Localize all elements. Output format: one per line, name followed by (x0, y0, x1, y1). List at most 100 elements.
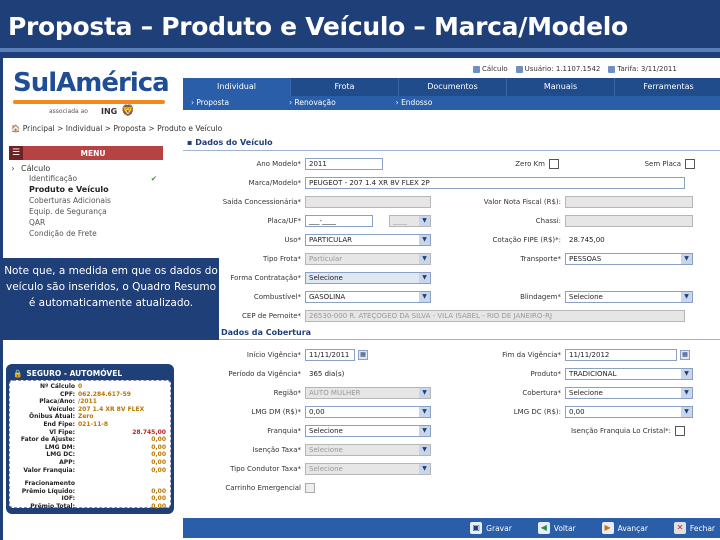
regiao-label: Região* (273, 389, 301, 397)
placa-input[interactable]: ___-____ (305, 215, 373, 227)
sem-placa-checkbox[interactable] (685, 159, 695, 169)
subnav-proposta-label: Proposta (196, 98, 230, 107)
isencao-taxa-select[interactable]: Selecione ▼ (305, 444, 431, 456)
inicio-vigencia-label: Início Vigência* (246, 351, 301, 359)
chassi-input[interactable] (565, 215, 693, 227)
inicio-vigencia-input[interactable]: 11/11/2011 (305, 349, 355, 361)
fim-vigencia-label: Fim da Vigência* (502, 351, 561, 359)
subnav-endosso[interactable]: › Endosso (396, 96, 433, 110)
menu-title: MENU (80, 148, 106, 158)
produto-select[interactable]: TRADICIONAL ▼ (565, 368, 693, 380)
menu-header[interactable]: ☰ MENU (9, 146, 163, 160)
cobertura-select[interactable]: Selecione ▼ (565, 387, 693, 399)
row-lmg-dc: LMG DC (R$): 0,00 ▼ (463, 405, 693, 419)
franquia-select[interactable]: Selecione ▼ (305, 425, 431, 437)
summary-row-value: 28.745,00 (132, 428, 166, 436)
summary-row-value: Zero (78, 413, 94, 421)
menu-item-qar[interactable]: QAR (9, 217, 163, 228)
floppy-disk-icon: ▣ (470, 522, 483, 534)
lmg-dm-select[interactable]: 0,00 ▼ (305, 406, 431, 418)
tab-frota[interactable]: Frota (291, 78, 399, 96)
row-periodo-vigencia: Período da Vigência* 365 dia(s) (199, 367, 355, 381)
summary-row: CPF: 062.284.617-59 (14, 391, 166, 399)
blindagem-value: Selecione (569, 293, 603, 301)
isencao-taxa-label: Isenção Taxa* (252, 446, 301, 454)
calendar-icon[interactable]: ▦ (680, 350, 690, 360)
transporte-select[interactable]: PESSOAS ▼ (565, 253, 693, 265)
brand-associated: associada ao (49, 108, 88, 115)
tipo-frota-select[interactable]: Particular ▼ (305, 253, 431, 265)
row-lmg-dm: LMG DM (R$)* 0,00 ▼ (219, 405, 431, 419)
carrinho-checkbox[interactable] (305, 483, 315, 493)
summary-row-value: 062.284.617-59 (78, 390, 131, 398)
menu-item-produto-veiculo[interactable]: Produto e Veículo (9, 184, 163, 195)
vehicle-section-title: ▪ Dados do Veículo (183, 138, 720, 151)
regiao-select[interactable]: AUTO MULHER ▼ (305, 387, 431, 399)
summary-row: Prêmio Total: 0,00 (14, 503, 166, 511)
valor-nf-label: Valor Nota Fiscal (R$): (483, 198, 561, 206)
zero-km-checkbox[interactable] (549, 159, 559, 169)
chevron-down-icon: ▼ (419, 407, 430, 417)
lock-icon: 🔒 (13, 369, 23, 378)
menu-item-condicao-frete[interactable]: Condição de Frete (9, 228, 163, 239)
summary-row-label: Nº Cálculo (39, 383, 75, 390)
calculator-icon (473, 65, 480, 73)
chevron-down-icon: ▼ (419, 235, 430, 245)
forma-contratacao-value: Selecione (309, 274, 343, 282)
marca-modelo-input[interactable]: PEUGEOT - 207 1.4 XR 8V FLEX 2P (305, 177, 685, 189)
calc-status[interactable]: Cálculo (473, 65, 508, 73)
tab-ferramentas[interactable]: Ferramentas (615, 78, 720, 96)
menu-section-calculo[interactable]: › Cálculo (9, 164, 163, 173)
summary-row-value: /2011 (78, 398, 97, 406)
sub-navigation: › Proposta › Renovação › Endosso (183, 96, 720, 110)
menu-item-equip-seguranca[interactable]: Equip. de Segurança (9, 206, 163, 217)
tipo-condutor-select[interactable]: Selecione ▼ (305, 463, 431, 475)
tab-individual[interactable]: Individual (183, 78, 291, 96)
menu-item-label: Coberturas Adicionais (29, 196, 111, 205)
chevron-icon: › (11, 164, 15, 173)
transporte-value: PESSOAS (569, 255, 602, 263)
uf-select[interactable]: ____ ▼ (389, 215, 431, 227)
ano-modelo-input[interactable]: 2011 (305, 158, 383, 170)
close-button[interactable]: ✕ Fechar (673, 522, 715, 534)
save-button[interactable]: ▣ Gravar (470, 522, 512, 534)
saida-conc-input[interactable] (305, 196, 431, 208)
combustivel-select[interactable]: GASOLINA ▼ (305, 291, 431, 303)
summary-row: Ônibus Atual: Zero (14, 413, 166, 421)
tipo-condutor-label: Tipo Condutor Taxa* (230, 465, 301, 473)
row-zero-km: Zero Km (473, 157, 559, 171)
tab-manuais[interactable]: Manuais (507, 78, 615, 96)
breadcrumb-text: Principal > Individual > Proposta > Prod… (22, 124, 223, 133)
summary-row-label: Fator de Ajuste: (20, 436, 75, 444)
lmg-dc-select[interactable]: 0,00 ▼ (565, 406, 693, 418)
row-sem-placa: Sem Placa (603, 157, 695, 171)
row-blindagem: Blindagem* Selecione ▼ (463, 290, 693, 304)
summary-row: LMG DC: 0,00 (14, 451, 166, 459)
blindagem-select[interactable]: Selecione ▼ (565, 291, 693, 303)
forma-contratacao-label: Forma Contratação* (230, 274, 301, 282)
back-label: Voltar (553, 523, 576, 533)
lmg-dc-label: LMG DC (R$): (513, 408, 561, 416)
tipo-frota-label: Tipo Frota* (262, 255, 301, 263)
subnav-proposta[interactable]: › Proposta (191, 96, 229, 110)
subnav-renovacao[interactable]: › Renovação (289, 96, 336, 110)
menu-item-identificacao[interactable]: Identificação ✔ (9, 173, 163, 184)
subnav-renovacao-label: Renovação (294, 98, 336, 107)
calendar-icon[interactable]: ▦ (358, 350, 368, 360)
row-placa-uf: Placa/UF* ___-____ ____ ▼ (219, 214, 431, 228)
next-button[interactable]: ▶ Avançar (601, 522, 648, 534)
row-cep-pernoite: CEP de Pernoite* 26530-000 R. ATEÇOGEO D… (199, 309, 685, 323)
isencao-franquia-checkbox[interactable] (675, 426, 685, 436)
forma-contratacao-select[interactable]: Selecione ▼ (305, 272, 431, 284)
sidebar-menu: ☰ MENU › Cálculo Identificação ✔ Produto … (9, 146, 163, 266)
tipo-condutor-value: Selecione (309, 465, 343, 473)
valor-nf-input[interactable] (565, 196, 693, 208)
back-button[interactable]: ◀ Voltar (537, 522, 576, 534)
tab-documentos[interactable]: Documentos (399, 78, 507, 96)
fim-vigencia-input[interactable]: 11/11/2012 (565, 349, 677, 361)
lmg-dm-label: LMG DM (R$)* (251, 408, 301, 416)
cep-pernoite-input[interactable]: 26530-000 R. ATEÇOGEO DA SILVA - VILA IS… (305, 310, 685, 322)
menu-item-coberturas[interactable]: Coberturas Adicionais (9, 195, 163, 206)
uso-select[interactable]: PARTICULAR ▼ (305, 234, 431, 246)
row-tipo-frota: Tipo Frota* Particular ▼ (219, 252, 431, 266)
